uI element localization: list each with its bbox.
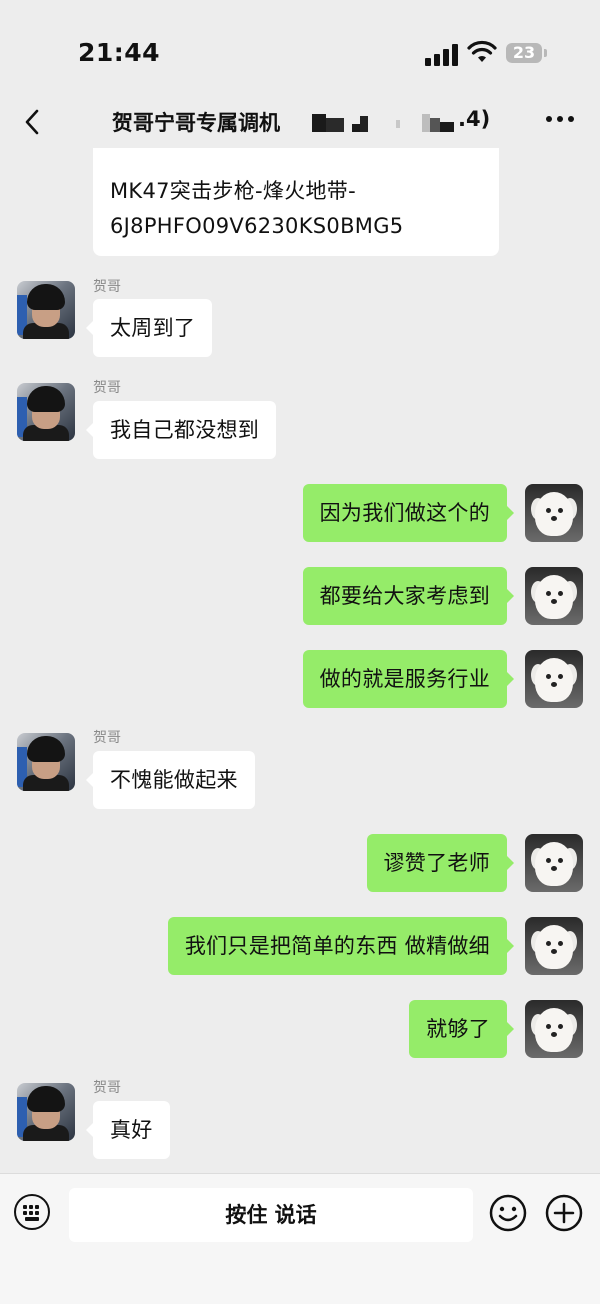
message-bubble[interactable]: 做的就是服务行业 (302, 650, 515, 708)
message-bubble[interactable]: 真好 (86, 1101, 170, 1159)
nav-bar: 贺哥宁哥专属调机 .4) (0, 100, 600, 148)
avatar[interactable] (525, 567, 583, 625)
message-line: MK47突击步枪-烽火地带- (110, 179, 356, 203)
message-bubble-partial[interactable]: MK47突击步枪-烽火地带- 6J8PHFO09V6230KS0BMG5 (93, 148, 499, 256)
avatar[interactable] (525, 1000, 583, 1058)
plus-icon[interactable] (545, 1194, 583, 1232)
wifi-icon (467, 40, 497, 62)
sender-name: 贺哥 (93, 380, 121, 396)
input-bar: 按住 说话 (0, 1173, 600, 1304)
message-bubble[interactable]: 我们只是把简单的东西 做精做细 (167, 917, 515, 975)
message-bubble[interactable]: 太周到了 (85, 299, 213, 357)
message-bubble[interactable]: 谬赞了老师 (366, 834, 514, 892)
avatar[interactable] (17, 281, 75, 339)
avatar[interactable] (525, 834, 583, 892)
redacted-member-count (312, 114, 454, 132)
chat-title-suffix: .4) (458, 107, 491, 131)
avatar[interactable] (17, 733, 75, 791)
status-time: 21:44 (78, 38, 161, 67)
message-bubble[interactable]: 都要给大家考虑到 (302, 567, 515, 625)
chat-area[interactable]: MK47突击步枪-烽火地带- 6J8PHFO09V6230KS0BMG5 贺哥 … (0, 148, 600, 1173)
message-bubble[interactable]: 我自己都没想到 (85, 401, 277, 459)
more-icon[interactable] (544, 116, 576, 126)
message-bubble[interactable]: 因为我们做这个的 (302, 484, 515, 542)
chat-title[interactable]: 贺哥宁哥专属调机 (112, 107, 280, 137)
message-text: MK47突击步枪-烽火地带- 6J8PHFO09V6230KS0BMG5 (110, 174, 403, 244)
message-bubble[interactable]: 不愧能做起来 (86, 751, 255, 809)
keyboard-icon[interactable] (14, 1194, 50, 1230)
message-bubble[interactable]: 就够了 (409, 1000, 514, 1058)
battery-icon: 23 (506, 43, 542, 63)
avatar[interactable] (17, 383, 75, 441)
sender-name: 贺哥 (93, 279, 121, 295)
status-bar: 21:44 23 (0, 0, 600, 100)
emoji-icon[interactable] (489, 1194, 527, 1232)
signal-icon (425, 44, 459, 66)
avatar[interactable] (17, 1083, 75, 1141)
avatar[interactable] (525, 917, 583, 975)
battery-tip (544, 49, 547, 57)
message-line: 6J8PHFO09V6230KS0BMG5 (110, 214, 404, 238)
avatar[interactable] (525, 650, 583, 708)
sender-name: 贺哥 (93, 1080, 121, 1096)
avatar[interactable] (525, 484, 583, 542)
sender-name: 贺哥 (93, 730, 121, 746)
back-icon[interactable] (18, 106, 50, 138)
hold-to-talk-button[interactable]: 按住 说话 (69, 1188, 473, 1242)
